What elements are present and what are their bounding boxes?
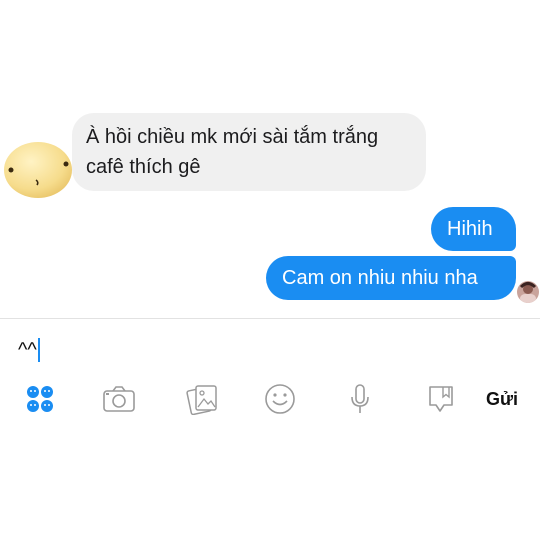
blob-face-icon xyxy=(4,142,72,198)
conversation-area: À hồi chiều mk mới sài tắm trắng cafê th… xyxy=(0,0,540,318)
outgoing-message-text: Hihih xyxy=(447,218,493,240)
emoji-icon xyxy=(265,384,295,414)
camera-icon xyxy=(103,386,135,412)
user-avatar-icon xyxy=(517,281,539,303)
message-input-value: ^^ xyxy=(18,339,37,361)
microphone-button[interactable] xyxy=(342,381,378,417)
text-caret xyxy=(37,338,40,362)
sticker-button[interactable] xyxy=(423,381,459,417)
outgoing-message-bubble[interactable]: Cam on nhiu nhiu nha xyxy=(266,256,516,300)
seen-avatar xyxy=(517,281,539,303)
emoji-button[interactable] xyxy=(262,381,298,417)
outgoing-message-bubble[interactable]: Hihih xyxy=(431,207,516,251)
incoming-message-line: cafê thích gê xyxy=(86,156,201,178)
gallery-icon xyxy=(186,385,217,415)
microphone-icon xyxy=(351,384,369,413)
incoming-message-line: À hồi chiều mk mới sài tắm trắng xyxy=(86,126,379,148)
contact-avatar[interactable] xyxy=(2,140,72,200)
outgoing-message-text: Cam on nhiu nhiu nha xyxy=(282,267,478,289)
message-composer: ^^ Gửi xyxy=(0,319,540,439)
message-input[interactable]: ^^ xyxy=(18,335,40,365)
incoming-message-bubble[interactable]: À hồi chiều mk mới sài tắm trắng cafê th… xyxy=(72,113,426,191)
camera-button[interactable] xyxy=(101,381,137,417)
send-button[interactable]: Gửi xyxy=(486,386,518,412)
apps-button[interactable] xyxy=(22,381,58,417)
sticker-icon xyxy=(429,386,453,412)
composer-toolbar: Gửi xyxy=(0,381,540,417)
gallery-button[interactable] xyxy=(184,381,220,417)
apps-icon xyxy=(27,386,53,412)
